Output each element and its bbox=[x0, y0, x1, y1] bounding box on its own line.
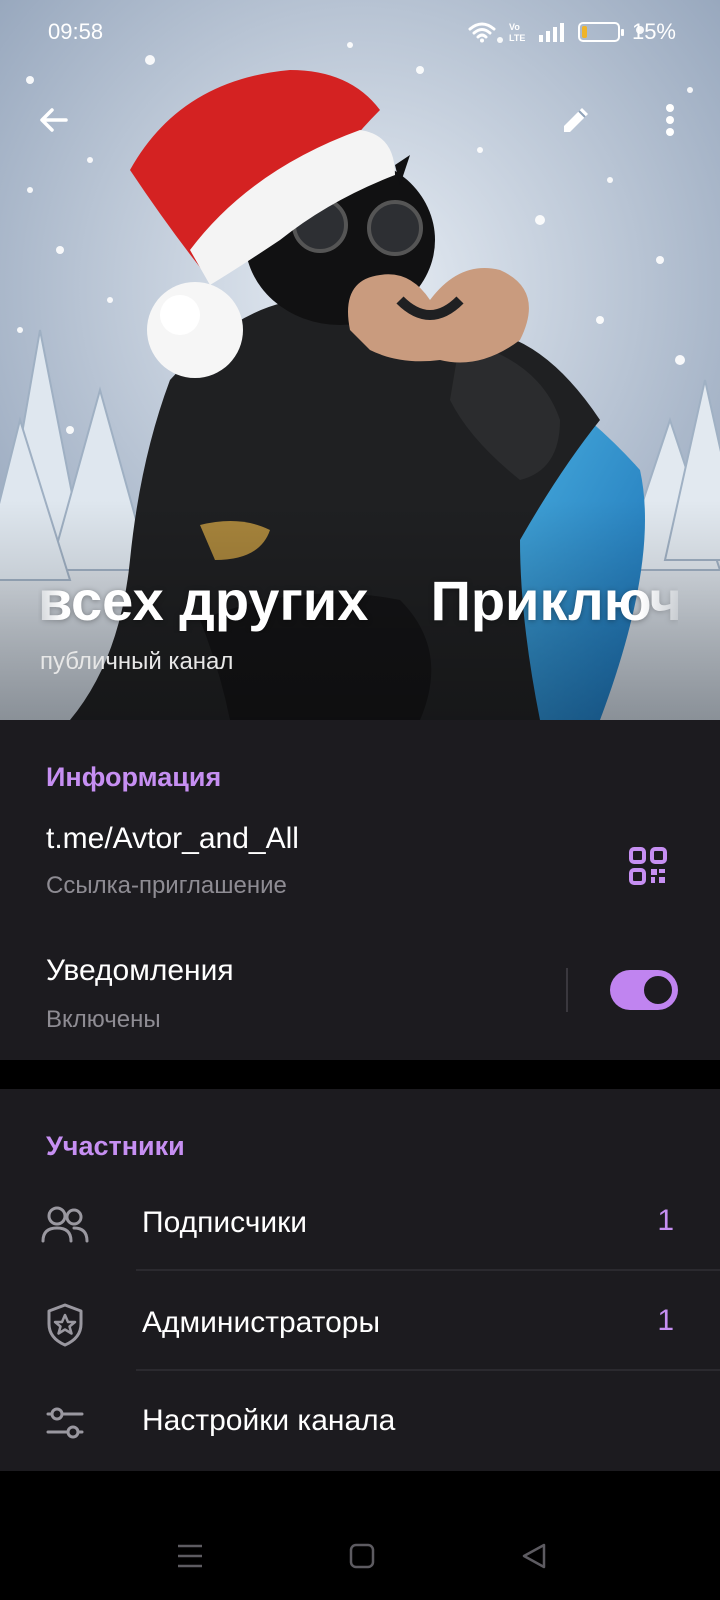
invite-link-caption: Ссылка-приглашение bbox=[46, 872, 287, 899]
status-time: 09:58 bbox=[48, 19, 104, 44]
info-section-header: Информация bbox=[46, 762, 222, 792]
wifi-icon bbox=[468, 22, 496, 43]
shield-star-icon bbox=[40, 1303, 90, 1347]
back-button[interactable] bbox=[24, 90, 84, 150]
qr-code-icon bbox=[629, 847, 667, 885]
administrators-label: Администраторы bbox=[142, 1306, 381, 1339]
volte-icon: Vo LTE bbox=[509, 22, 525, 43]
subscribers-label: Подписчики bbox=[142, 1206, 308, 1239]
menu-icon bbox=[178, 1544, 202, 1568]
administrators-count: 1 bbox=[657, 1304, 674, 1337]
row-divider bbox=[136, 1369, 720, 1371]
members-section: Участники Подписчики 1 Администраторы 1 bbox=[0, 1089, 720, 1471]
back-triangle-icon bbox=[522, 1543, 546, 1569]
qr-code-button[interactable] bbox=[624, 842, 672, 890]
vertical-divider bbox=[566, 968, 568, 1012]
battery-percent: 15% bbox=[631, 19, 676, 44]
invite-link[interactable]: t.me/Avtor_and_All bbox=[46, 822, 299, 856]
status-icons: Vo LTE 15% bbox=[468, 19, 676, 45]
svg-text:Vo: Vo bbox=[509, 22, 520, 32]
battery-icon bbox=[577, 22, 624, 42]
recent-apps-button[interactable] bbox=[160, 1526, 220, 1586]
channel-cover: 09:58 Vo LTE 15% всех других Приключ пуб… bbox=[0, 0, 720, 720]
more-vertical-icon bbox=[666, 104, 674, 136]
status-bar: 09:58 Vo LTE 15% bbox=[0, 0, 720, 64]
channel-settings-label: Настройки канала bbox=[142, 1404, 396, 1437]
notifications-title: Уведомления bbox=[46, 954, 234, 987]
info-section: Информация t.me/Avtor_and_All Ссылка-при… bbox=[0, 720, 720, 1060]
more-button[interactable] bbox=[640, 90, 700, 150]
people-icon bbox=[40, 1203, 90, 1247]
notifications-status: Включены bbox=[46, 1006, 161, 1033]
svg-text:LTE: LTE bbox=[509, 33, 525, 43]
administrators-row[interactable]: Администраторы 1 bbox=[0, 1275, 720, 1375]
battery-fill bbox=[581, 26, 588, 38]
sliders-icon bbox=[40, 1401, 90, 1445]
toolbar bbox=[0, 90, 720, 150]
channel-title: всех других Приключ bbox=[38, 569, 678, 632]
home-button[interactable] bbox=[332, 1526, 392, 1586]
system-nav-bar bbox=[0, 1504, 720, 1600]
toggle-knob bbox=[640, 972, 676, 1008]
row-divider bbox=[136, 1269, 720, 1271]
members-section-header: Участники bbox=[46, 1131, 185, 1161]
subscribers-row[interactable]: Подписчики 1 bbox=[0, 1175, 720, 1275]
channel-subtitle: публичный канал bbox=[40, 648, 234, 675]
notifications-toggle[interactable] bbox=[610, 970, 678, 1010]
arrow-left-icon bbox=[40, 108, 68, 132]
pencil-icon bbox=[564, 108, 588, 132]
subscribers-count: 1 bbox=[657, 1204, 674, 1237]
channel-settings-row[interactable]: Настройки канала bbox=[0, 1373, 720, 1473]
system-back-button[interactable] bbox=[504, 1526, 564, 1586]
edit-button[interactable] bbox=[546, 90, 606, 150]
home-square-icon bbox=[349, 1543, 375, 1569]
signal-icon bbox=[538, 23, 564, 42]
